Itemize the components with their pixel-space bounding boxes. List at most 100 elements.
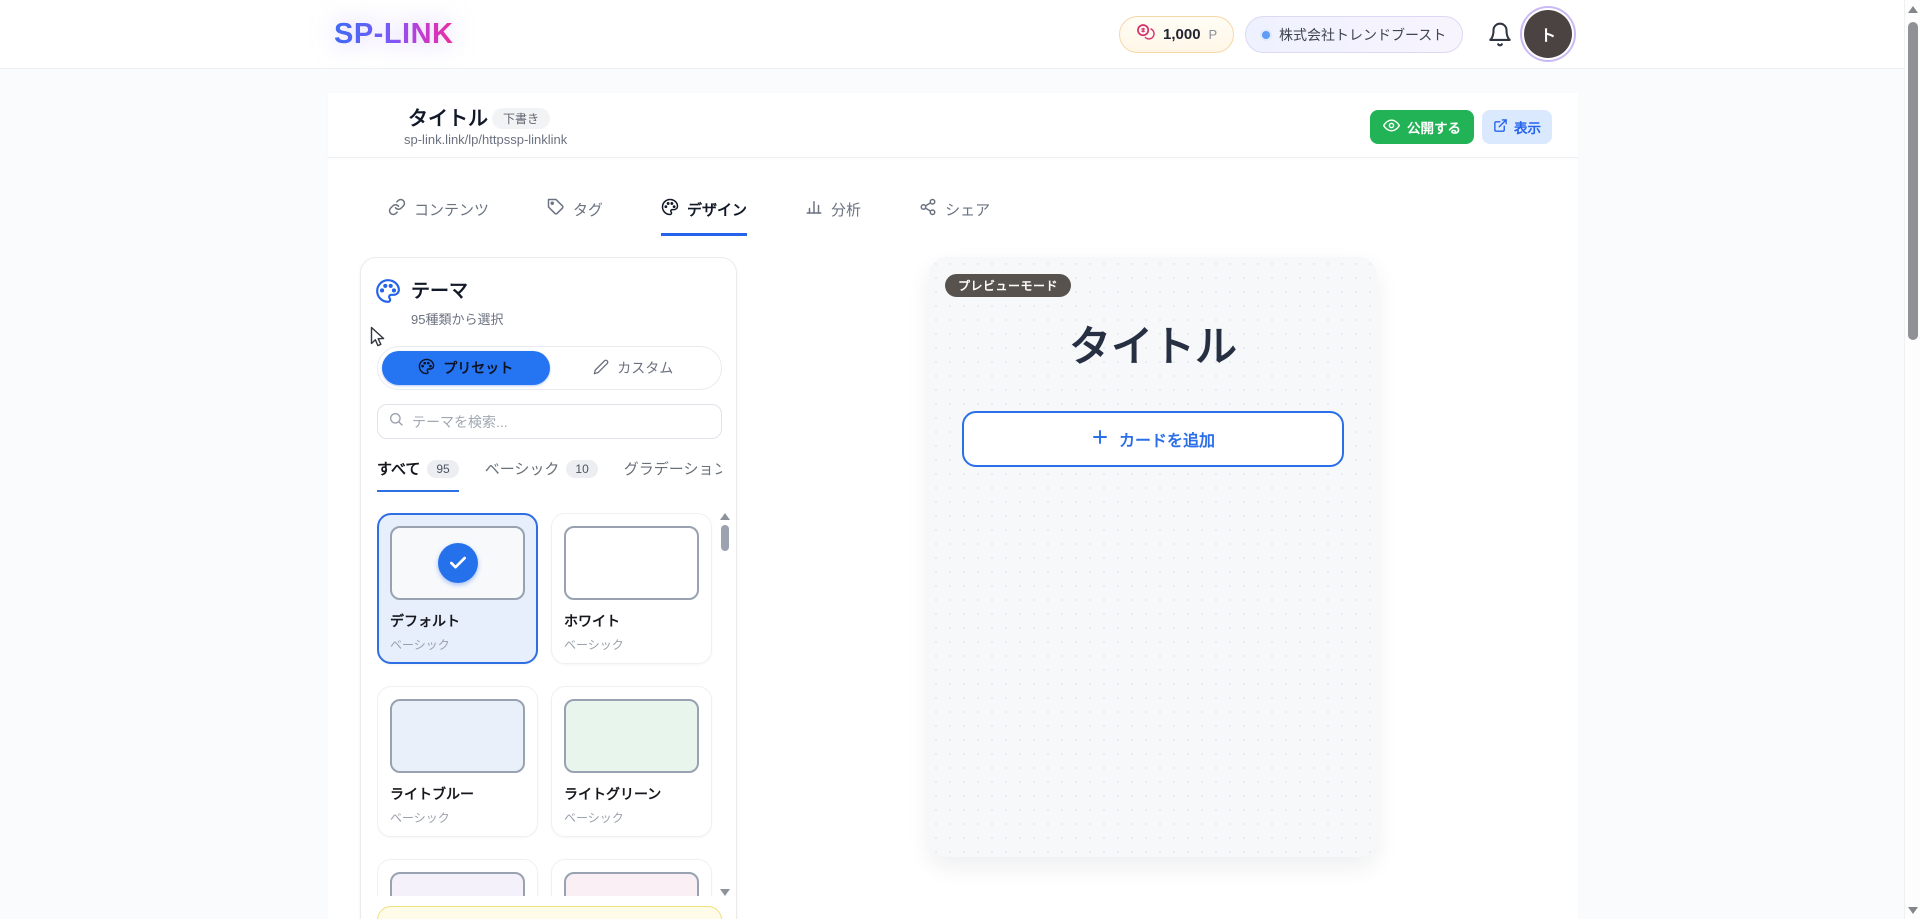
theme-card[interactable] — [377, 859, 538, 896]
theme-swatch — [564, 526, 699, 600]
filter-basic[interactable]: ベーシック 10 — [485, 456, 598, 492]
tab-share[interactable]: シェア — [919, 198, 990, 236]
filter-label: すべて — [377, 458, 420, 479]
theme-category: ベーシック — [390, 809, 525, 826]
theme-panel-header: テーマ 95種類から選択 — [375, 276, 503, 328]
tab-label: 分析 — [831, 199, 861, 220]
tab-label: コンテンツ — [414, 199, 489, 220]
filter-count-badge: 10 — [566, 460, 597, 478]
palette-icon — [418, 358, 435, 378]
theme-card-lightblue[interactable]: ライトブルー ベーシック — [377, 686, 538, 837]
custom-toggle-button[interactable]: カスタム — [550, 351, 718, 385]
avatar-initial: ト — [1540, 22, 1556, 46]
app-root: SP-LINK 1,000 P 株式会社トレンドブースト ト — [0, 0, 1920, 919]
preset-label: プリセット — [443, 358, 513, 378]
app-logo[interactable]: SP-LINK — [334, 18, 454, 51]
theme-card-lightgreen[interactable]: ライトグリーン ベーシック — [551, 686, 712, 837]
scroll-down-arrow[interactable] — [720, 889, 730, 896]
theme-name: ライトグリーン — [564, 784, 699, 804]
tab-label: デザイン — [687, 199, 747, 220]
publish-button[interactable]: 公開する — [1370, 110, 1474, 144]
search-icon — [388, 411, 404, 432]
theme-mode-toggle: プリセット カスタム — [377, 346, 722, 390]
theme-name: ライトブルー — [390, 784, 525, 804]
page-title: タイトル — [408, 102, 488, 131]
theme-panel-title: テーマ — [411, 276, 503, 303]
filter-count-badge: 95 — [427, 460, 458, 478]
tab-contents[interactable]: コンテンツ — [388, 198, 489, 236]
scrollbar-thumb[interactable] — [721, 525, 729, 551]
theme-category: ベーシック — [564, 636, 699, 653]
coins-icon — [1136, 23, 1155, 47]
filter-label: グラデーション — [624, 458, 722, 479]
view-button[interactable]: 表示 — [1482, 110, 1552, 144]
theme-panel: テーマ 95種類から選択 プリセット — [360, 257, 737, 919]
theme-panel-subtitle: 95種類から選択 — [411, 309, 503, 328]
theme-category: ベーシック — [390, 636, 525, 653]
theme-swatch — [390, 872, 525, 896]
top-navbar: SP-LINK 1,000 P 株式会社トレンドブースト ト — [0, 0, 1904, 69]
theme-search-input[interactable] — [412, 414, 711, 430]
view-label: 表示 — [1514, 117, 1541, 137]
company-name: 株式会社トレンドブースト — [1279, 25, 1446, 45]
avatar[interactable]: ト — [1524, 10, 1572, 58]
status-badge: 下書き — [492, 108, 550, 129]
filter-gradient[interactable]: グラデーション — [624, 456, 722, 492]
tab-tags[interactable]: タグ — [547, 198, 603, 236]
tag-icon — [547, 198, 565, 220]
theme-swatch — [390, 699, 525, 773]
filter-label: ベーシック — [485, 458, 560, 479]
plus-icon — [1091, 428, 1109, 451]
company-badge[interactable]: 株式会社トレンドブースト — [1245, 16, 1463, 53]
external-link-icon — [1493, 118, 1508, 136]
scroll-up-arrow[interactable] — [720, 513, 730, 520]
bar-chart-icon — [805, 198, 823, 220]
add-card-button[interactable]: カードを追加 — [962, 411, 1344, 467]
theme-filters: すべて 95 ベーシック 10 グラデーション — [377, 456, 722, 492]
company-status-dot — [1262, 31, 1270, 39]
preview-mode-badge: プレビューモード — [945, 274, 1071, 297]
tab-analytics[interactable]: 分析 — [805, 198, 861, 236]
points-unit: P — [1209, 27, 1218, 42]
theme-swatch — [564, 699, 699, 773]
info-banner — [377, 906, 722, 919]
palette-icon — [661, 198, 679, 220]
scroll-down-arrow[interactable] — [1908, 907, 1918, 914]
tab-design[interactable]: デザイン — [661, 198, 747, 236]
page-tabs: コンテンツ タグ デザイン — [388, 198, 990, 236]
scroll-up-arrow[interactable] — [1908, 6, 1918, 13]
theme-card[interactable] — [551, 859, 712, 896]
tab-label: シェア — [945, 199, 990, 220]
preview-panel: プレビューモード タイトル カードを追加 — [929, 257, 1377, 857]
scrollbar-thumb[interactable] — [1908, 22, 1918, 340]
theme-swatch — [390, 526, 525, 600]
theme-category: ベーシック — [564, 809, 699, 826]
theme-card-white[interactable]: ホワイト ベーシック — [551, 513, 712, 664]
share-icon — [919, 198, 937, 220]
theme-search — [377, 404, 722, 439]
palette-icon — [375, 278, 401, 328]
check-icon — [438, 543, 478, 583]
brush-icon — [593, 359, 609, 378]
theme-name: ホワイト — [564, 611, 699, 631]
link-icon — [388, 198, 406, 220]
page-scrollbar — [1904, 0, 1920, 919]
points-badge[interactable]: 1,000 P — [1119, 16, 1234, 53]
theme-name: デフォルト — [390, 611, 525, 631]
preset-toggle-button[interactable]: プリセット — [382, 351, 550, 385]
bell-icon[interactable] — [1487, 21, 1513, 48]
preview-page-title: タイトル — [929, 313, 1377, 374]
eye-icon — [1383, 117, 1400, 137]
theme-card-default[interactable]: デフォルト ベーシック — [377, 513, 538, 664]
points-value: 1,000 — [1163, 26, 1201, 43]
tab-label: タグ — [573, 199, 603, 220]
page-url: sp-link.link/lp/httpssp-linklink — [404, 132, 567, 147]
custom-label: カスタム — [617, 358, 673, 378]
theme-list-scrollbar — [719, 513, 731, 896]
filter-all[interactable]: すべて 95 — [377, 456, 459, 492]
add-card-label: カードを追加 — [1119, 427, 1215, 451]
theme-grid: デフォルト ベーシック ホワイト ベーシック ライトブルー ベーシック ライトグ… — [377, 513, 712, 896]
publish-label: 公開する — [1407, 117, 1461, 137]
theme-list: デフォルト ベーシック ホワイト ベーシック ライトブルー ベーシック ライトグ… — [377, 513, 722, 896]
theme-swatch — [564, 872, 699, 896]
